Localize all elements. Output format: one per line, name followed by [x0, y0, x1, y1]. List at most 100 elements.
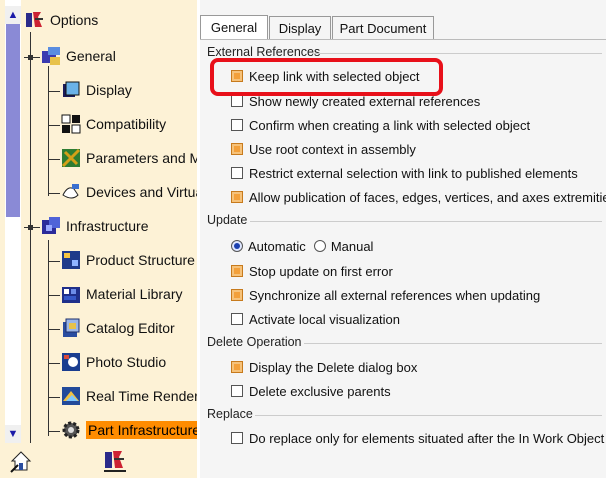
devices-icon: [60, 181, 82, 203]
infrastructure-icon: [40, 215, 62, 237]
option-replace-after-in-work-object[interactable]: Do replace only for elements situated af…: [231, 428, 604, 448]
tree-connector: [30, 228, 31, 443]
highlight-annotation: [210, 58, 443, 96]
material-library-icon: [60, 283, 82, 305]
option-label: Allow publication of faces, edges, verti…: [249, 189, 606, 205]
home-icon[interactable]: [8, 448, 34, 474]
option-label: Delete exclusive parents: [249, 383, 391, 399]
tree-item-label: Product Structure: [86, 252, 195, 268]
compatibility-icon: [60, 113, 82, 135]
section-title-delete-operation: Delete Operation: [207, 335, 302, 349]
expand-node-icon[interactable]: [28, 55, 33, 60]
tree-item-compatibility[interactable]: Compatibility: [60, 110, 166, 138]
tree-options-icon[interactable]: [102, 448, 128, 474]
option-allow-publication[interactable]: Allow publication of faces, edges, verti…: [231, 187, 606, 207]
checkbox[interactable]: [231, 265, 243, 277]
tree-item-general[interactable]: General: [40, 42, 116, 70]
tree-item-label: Parameters and M: [86, 150, 197, 166]
checkbox[interactable]: [231, 313, 243, 325]
option-label: Display the Delete dialog box: [249, 359, 418, 375]
checkbox[interactable]: [231, 143, 243, 155]
checkbox[interactable]: [231, 119, 243, 131]
tree-item-label: Display: [86, 82, 132, 98]
options-tree-panel: ▲ ▼ Options General Display Compatibilit…: [0, 0, 197, 478]
display-icon: [60, 79, 82, 101]
section-title-external-references: External References: [207, 45, 321, 59]
checkbox[interactable]: [231, 385, 243, 397]
tree-connector: [30, 32, 31, 228]
tree-item-label: Photo Studio: [86, 354, 167, 370]
checkbox[interactable]: [231, 167, 243, 179]
checkbox[interactable]: [231, 432, 243, 444]
update-mode-radio-group: Automatic Manual: [231, 236, 373, 256]
tree-item-display[interactable]: Display: [60, 76, 132, 104]
section-divider: [250, 221, 602, 222]
option-stop-update-on-error[interactable]: Stop update on first error: [231, 261, 393, 281]
option-use-root-context[interactable]: Use root context in assembly: [231, 139, 416, 159]
tab-general[interactable]: General: [200, 15, 268, 40]
section-title-replace: Replace: [207, 407, 253, 421]
section-title-update: Update: [207, 213, 248, 227]
tree-item-label: Devices and Virtua: [86, 184, 197, 200]
option-label: Do replace only for elements situated af…: [249, 430, 605, 446]
option-label: Restrict external selection with link to…: [249, 165, 578, 181]
section-divider: [304, 343, 602, 344]
real-time-rendering-icon: [60, 385, 82, 407]
radio-automatic[interactable]: [231, 240, 243, 252]
section-divider: [255, 415, 602, 416]
catalog-editor-icon: [60, 317, 82, 339]
scroll-up-arrow-icon[interactable]: ▲: [5, 6, 21, 24]
radio-label: Automatic: [248, 238, 306, 254]
tree-item-label: Options: [50, 12, 99, 28]
tree-item-label: Part Infrastructure: [86, 421, 197, 439]
option-restrict-external-selection[interactable]: Restrict external selection with link to…: [231, 163, 578, 183]
tree-item-devices[interactable]: Devices and Virtua: [60, 178, 197, 206]
option-label: Synchronize all external references when…: [249, 287, 541, 303]
tree-item-real-time-rendering[interactable]: Real Time Renderi: [60, 382, 197, 410]
tree-item-infrastructure[interactable]: Infrastructure: [40, 212, 148, 240]
tree-item-options[interactable]: Options: [24, 6, 98, 34]
gear-icon: [60, 419, 82, 441]
tab-divider: [200, 39, 606, 40]
option-delete-exclusive-parents[interactable]: Delete exclusive parents: [231, 381, 391, 401]
tree-item-label: Real Time Renderi: [86, 388, 197, 404]
tree-item-product-structure[interactable]: Product Structure: [60, 246, 195, 274]
tree-item-material-library[interactable]: Material Library: [60, 280, 182, 308]
option-display-delete-dialog[interactable]: Display the Delete dialog box: [231, 357, 417, 377]
checkbox[interactable]: [231, 191, 243, 203]
parameters-icon: [60, 147, 82, 169]
option-confirm-link[interactable]: Confirm when creating a link with select…: [231, 115, 530, 135]
option-label: Confirm when creating a link with select…: [249, 117, 531, 133]
option-label: Activate local visualization: [249, 311, 401, 327]
general-icon: [40, 45, 62, 67]
section-divider: [312, 53, 602, 54]
product-structure-icon: [60, 249, 82, 271]
tree-item-catalog-editor[interactable]: Catalog Editor: [60, 314, 175, 342]
tree-item-label: General: [66, 48, 116, 64]
option-synchronize-external-references[interactable]: Synchronize all external references when…: [231, 285, 540, 305]
tree-item-label: Material Library: [86, 286, 183, 302]
scroll-down-arrow-icon[interactable]: ▼: [5, 425, 21, 443]
tree-connector: [48, 240, 49, 436]
radio-manual[interactable]: [313, 240, 326, 252]
tab-display[interactable]: Display: [269, 16, 331, 40]
scroll-thumb[interactable]: [6, 24, 20, 217]
option-label: Use root context in assembly: [249, 141, 416, 157]
radio-label: Manual: [330, 238, 374, 254]
tab-part-document[interactable]: Part Document: [332, 16, 434, 40]
tree-item-label: Catalog Editor: [86, 320, 175, 336]
checkbox[interactable]: [231, 361, 243, 373]
tree-item-label: Infrastructure: [66, 218, 149, 234]
tree-connector: [48, 66, 49, 196]
tree-item-photo-studio[interactable]: Photo Studio: [60, 348, 166, 376]
option-activate-local-visualization[interactable]: Activate local visualization: [231, 309, 400, 329]
tree-item-parameters[interactable]: Parameters and M: [60, 144, 197, 172]
tree-toolbar: [0, 446, 197, 478]
tree-scrollbar[interactable]: ▲ ▼: [5, 0, 21, 443]
checkbox[interactable]: [231, 289, 243, 301]
tree-item-part-infrastructure[interactable]: Part Infrastructure: [60, 416, 197, 444]
checkbox[interactable]: [231, 95, 243, 107]
option-label: Stop update on first error: [249, 263, 393, 279]
expand-node-icon[interactable]: [28, 225, 33, 230]
options-icon: [24, 9, 46, 31]
